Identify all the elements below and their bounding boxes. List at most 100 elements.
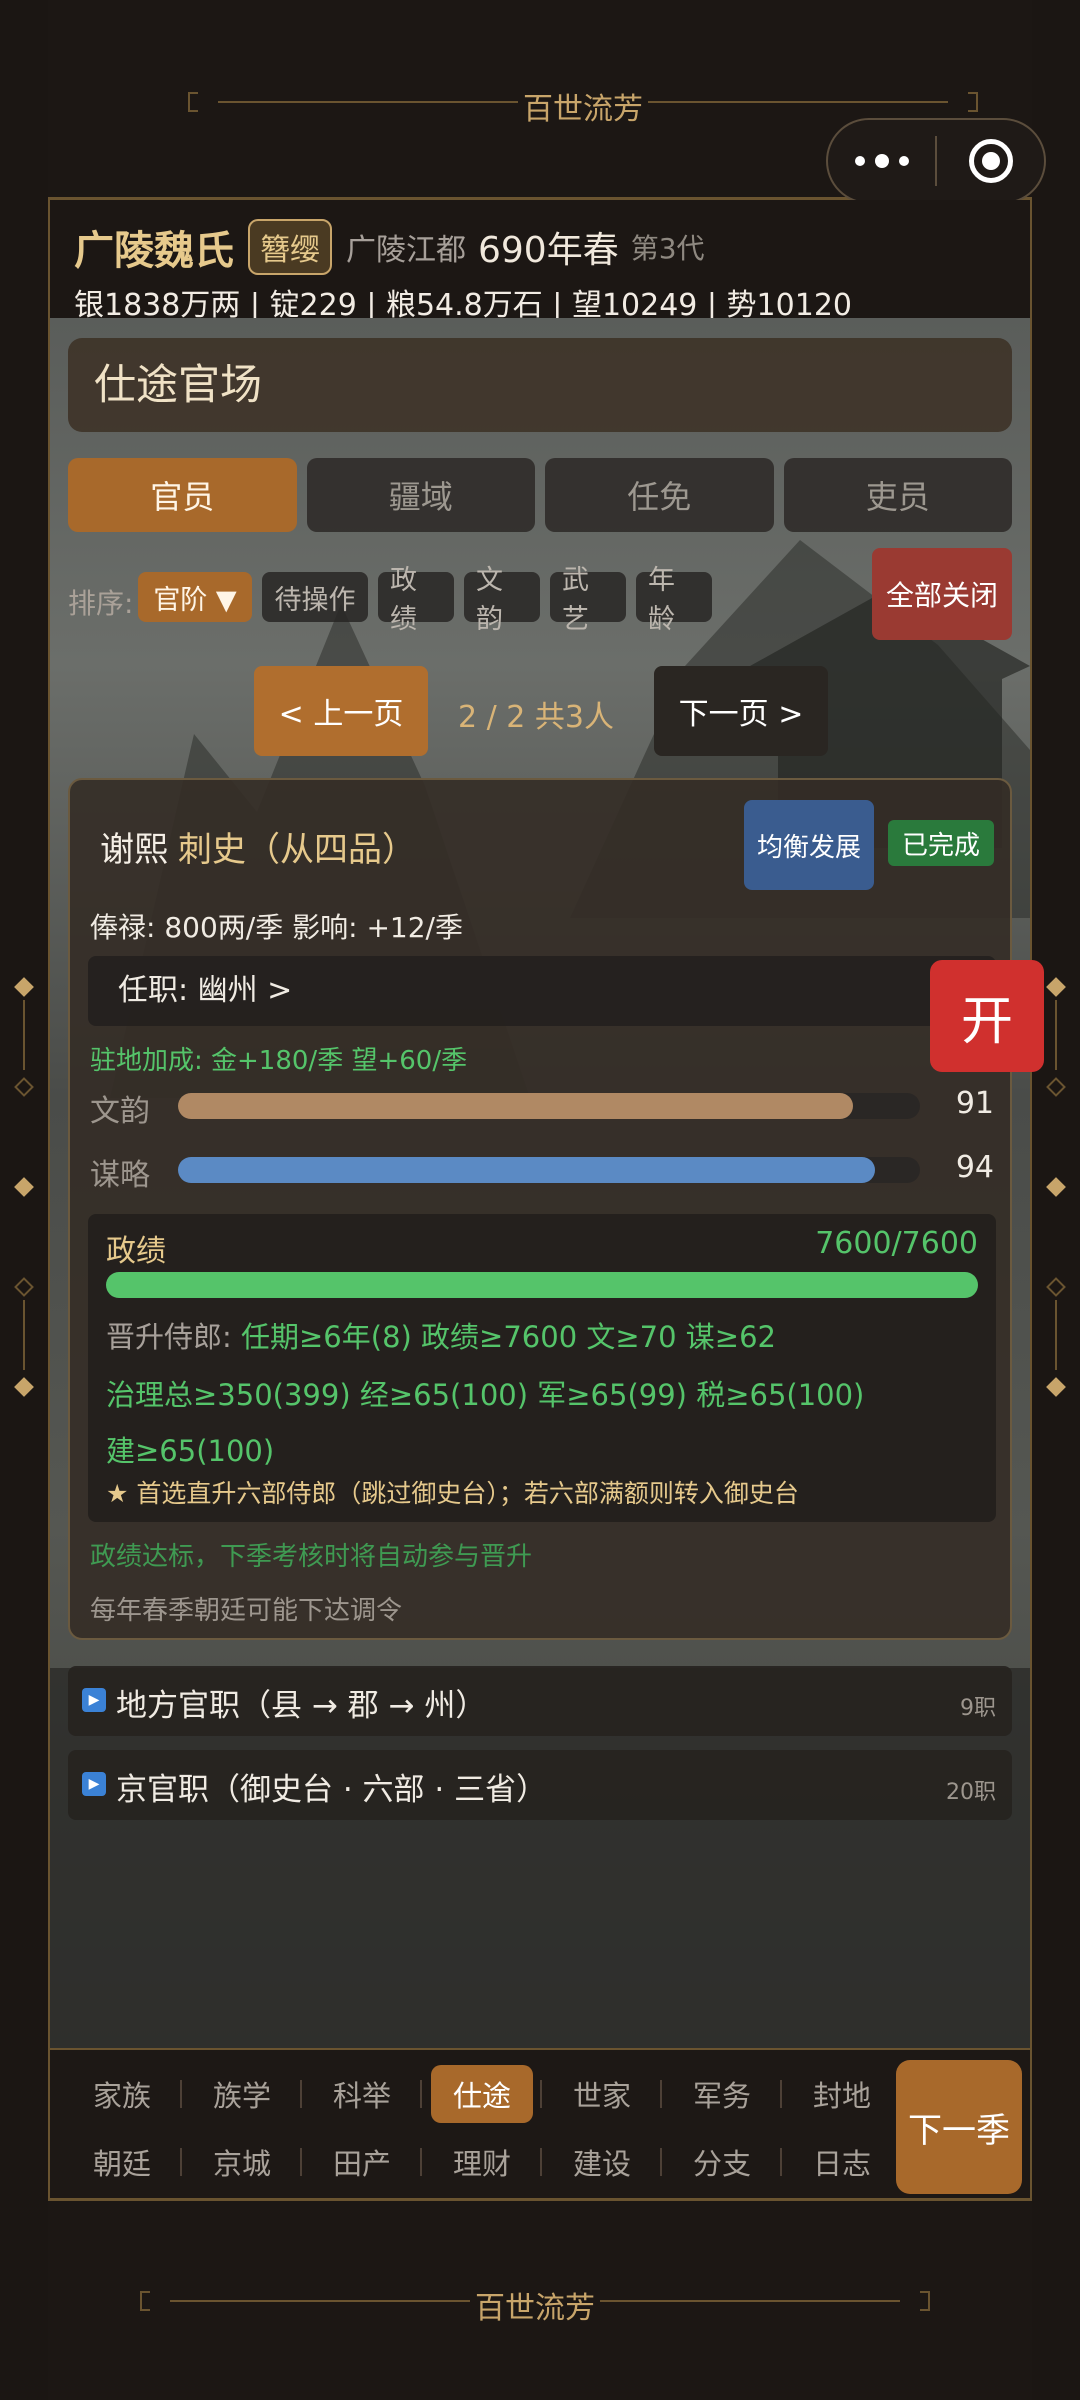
promotion-key: 晋升侍郎: xyxy=(106,1320,232,1354)
nav-estates[interactable]: 田产 xyxy=(302,2132,422,2192)
post-selector[interactable]: 任职: 幽州 > xyxy=(88,956,996,1026)
stat-track xyxy=(178,1157,920,1183)
diamond-ornament xyxy=(14,1077,34,1097)
performance-fill xyxy=(106,1272,978,1298)
official-name-line: 谢熙 刺史（从四品） xyxy=(100,822,416,871)
ornament-line xyxy=(1055,1300,1057,1370)
promotion-status-note: 政绩达标，下季考核时将自动参与晋升 xyxy=(90,1542,533,1572)
sort-rank[interactable]: 官阶 ▼ xyxy=(138,572,252,622)
ornament-line xyxy=(23,1000,25,1070)
diamond-ornament xyxy=(14,1377,34,1397)
nav-construction[interactable]: 建设 xyxy=(542,2132,662,2192)
tab-clerks[interactable]: 吏员 xyxy=(783,458,1012,532)
post-bonus: 驻地加成: 金+180/季 望+60/季 xyxy=(90,1046,468,1076)
nav-finance[interactable]: 理财 xyxy=(422,2132,542,2192)
nav-exam[interactable]: 科举 xyxy=(302,2064,422,2124)
nav-label: 族学 xyxy=(212,2079,271,2113)
nav-capital[interactable]: 京城 xyxy=(182,2132,302,2192)
nav-career[interactable]: 仕途 xyxy=(422,2064,542,2124)
section-count: 9职 xyxy=(960,1696,996,1721)
nav-families[interactable]: 世家 xyxy=(542,2064,662,2124)
performance-label: 政绩 xyxy=(106,1234,166,1269)
nav-label: 理财 xyxy=(452,2147,511,2181)
prev-page-button[interactable]: < 上一页 xyxy=(254,666,428,756)
more-menu-icon[interactable] xyxy=(828,154,935,168)
nav-label: 封地 xyxy=(812,2079,871,2113)
official-name: 谢熙 xyxy=(100,830,168,870)
sort-performance[interactable]: 政绩 xyxy=(378,565,454,635)
section-local-offices[interactable]: ▶ 地方官职（县 → 郡 → 州） 9职 xyxy=(68,1666,1012,1736)
sort-age[interactable]: 年龄 xyxy=(636,565,712,635)
stat-label: 谋略 xyxy=(90,1158,150,1193)
next-season-button[interactable]: 下一季 xyxy=(896,2060,1022,2194)
tab-officials[interactable]: 官员 xyxy=(68,458,297,532)
promotion-note: ★ 首选直升六部侍郎（跳过御史台）；若六部满额则转入御史台 xyxy=(106,1479,799,1508)
close-all-button[interactable]: 全部关闭 xyxy=(872,548,1012,640)
clan-place: 广陵江都 xyxy=(346,233,466,268)
stat-value: 94 xyxy=(955,1150,994,1185)
stat-fill xyxy=(178,1093,854,1119)
section-capital-offices[interactable]: ▶ 京官职（御史台 · 六部 · 三省） 20职 xyxy=(68,1750,1012,1820)
requirement-line: 建≥65(100) xyxy=(106,1434,275,1468)
tab-appointment[interactable]: 任免 xyxy=(545,458,774,532)
nav-log[interactable]: 日志 xyxy=(782,2132,902,2192)
sort-literary[interactable]: 文韵 xyxy=(464,565,540,635)
sort-label: 排序: xyxy=(68,587,134,620)
generation: 第3代 xyxy=(630,232,705,265)
pagination: < 上一页 2 / 2 共3人 下一页 > xyxy=(50,666,1030,756)
promotion-req: 任期≥6年(8) 政绩≥7600 文≥70 谋≥62 xyxy=(231,1320,776,1354)
side-ornament-left xyxy=(14,977,34,1410)
miniapp-capsule xyxy=(826,118,1046,204)
nav-branches[interactable]: 分支 xyxy=(662,2132,782,2192)
nav-fief[interactable]: 封地 xyxy=(782,2064,902,2124)
next-page-button[interactable]: 下一页 > xyxy=(654,666,828,756)
nav-clan[interactable]: 家族 xyxy=(62,2064,182,2124)
bracket-right xyxy=(968,92,978,112)
sort-martial[interactable]: 武艺 xyxy=(550,565,626,635)
nav-label: 仕途 xyxy=(430,2065,533,2123)
side-ornament-right xyxy=(1046,977,1066,1410)
nav-military[interactable]: 军务 xyxy=(662,2064,782,2124)
nav-row: 朝廷 京城 田产 理财 建设 分支 日志 xyxy=(62,2132,902,2192)
panel-title: 仕途官场 xyxy=(68,338,1012,432)
sort-pending[interactable]: 待操作 xyxy=(262,572,368,622)
nav-label: 世家 xyxy=(572,2079,631,2113)
diamond-ornament xyxy=(1046,1377,1066,1397)
nav-row: 家族 族学 科举 仕途 世家 军务 封地 xyxy=(62,2064,902,2124)
performance-box: 政绩 7600/7600 晋升侍郎: 任期≥6年(8) 政绩≥7600 文≥70… xyxy=(88,1214,996,1522)
bottom-decoration: 百世流芳 xyxy=(140,2281,930,2326)
nav-label: 朝廷 xyxy=(92,2147,151,2181)
sort-bar: 排序: 官阶 ▼ 待操作 政绩 文韵 武艺 年龄 全部关闭 xyxy=(68,548,1012,648)
status-badge: 已完成 xyxy=(888,820,994,866)
tab-bar: 官员 疆域 任免 吏员 xyxy=(68,458,1012,532)
stat-track xyxy=(178,1093,920,1119)
edict-note: 每年春季朝廷可能下达调令 xyxy=(90,1596,403,1626)
stat-strategy: 谋略 94 xyxy=(90,1148,994,1193)
stat-fill xyxy=(178,1157,876,1183)
nav-label: 建设 xyxy=(572,2147,631,2181)
ornament-line xyxy=(23,1300,25,1370)
performance-bar xyxy=(106,1272,978,1298)
tab-territory[interactable]: 疆域 xyxy=(306,458,535,532)
deco-line xyxy=(600,2300,900,2302)
open-button[interactable]: 开 xyxy=(930,960,1044,1072)
nav-label: 科举 xyxy=(332,2079,391,2113)
clan-name: 广陵魏氏 xyxy=(74,228,234,274)
diamond-ornament xyxy=(1046,1177,1066,1197)
stat-label: 文韵 xyxy=(90,1094,150,1129)
diamond-ornament xyxy=(1046,1077,1066,1097)
section-title: 地方官职（县 → 郡 → 州） xyxy=(116,1688,487,1724)
close-miniapp-icon[interactable] xyxy=(937,139,1044,183)
promotion-requirements: 晋升侍郎: 任期≥6年(8) 政绩≥7600 文≥70 谋≥62 xyxy=(106,1314,776,1356)
performance-value: 7600/7600 xyxy=(815,1226,978,1261)
game-year: 690年春 xyxy=(478,230,619,271)
main-panel: 仕途官场 官员 疆域 任免 吏员 排序: 官阶 ▼ 待操作 政绩 文韵 武艺 年… xyxy=(50,318,1030,2048)
balanced-development-button[interactable]: 均衡发展 xyxy=(744,800,874,890)
nav-school[interactable]: 族学 xyxy=(182,2064,302,2124)
ornament-line xyxy=(1055,1000,1057,1070)
diamond-ornament xyxy=(14,977,34,997)
clan-badge: 簪缨 xyxy=(248,219,332,275)
nav-court[interactable]: 朝廷 xyxy=(62,2132,182,2192)
deco-title: 百世流芳 xyxy=(475,2291,595,2326)
top-decoration: 百世流芳 xyxy=(188,82,978,127)
